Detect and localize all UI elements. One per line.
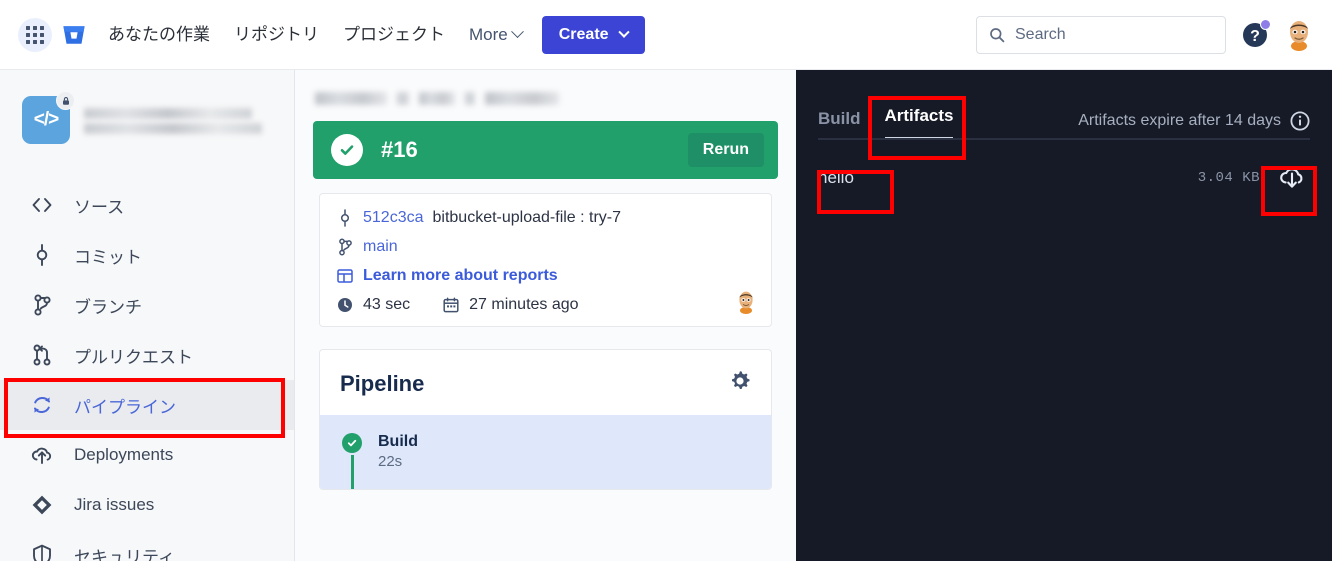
build-output-panel: Build Artifacts Artifacts expire after 1… [796,70,1332,561]
commit-icon [336,209,354,227]
pipeline-title: Pipeline [340,370,425,396]
artifact-download-button[interactable] [1274,160,1310,196]
sidebar-item-label: ソース [74,197,125,217]
chevron-down-icon [510,25,524,39]
sidebar-item-label: パイプライン [74,397,176,417]
sidebar-item-label: プルリクエスト [74,347,193,367]
grid-apps-icon [26,25,44,44]
sidebar-item-pull-requests[interactable]: プルリクエスト [0,330,294,380]
pipeline-card-header: Pipeline [320,350,771,415]
build-duration: 43 sec [363,296,411,313]
nav-your-work[interactable]: あなたの作業 [108,26,210,43]
avatar[interactable] [735,290,757,314]
chevron-down-icon [617,26,630,38]
gear-icon[interactable] [727,368,753,399]
branch-icon [30,294,54,316]
repository-header[interactable]: </> [0,70,294,144]
sidebar-item-jira-issues[interactable]: Jira issues [0,480,294,530]
report-table-icon [336,268,354,284]
sidebar-item-pipelines[interactable]: パイプライン [0,380,294,430]
pipeline-step-build[interactable]: Build 22s [320,415,771,489]
clock-icon [336,297,354,313]
sidebar-item-deployments[interactable]: Deployments [0,430,294,480]
sidebar-item-commits[interactable]: コミット [0,230,294,280]
search-icon [990,27,1005,42]
sidebar-item-label: Jira issues [74,495,155,514]
avatar[interactable] [1284,19,1314,51]
artifact-row: hello 3.04 KB [796,150,1332,206]
sidebar-item-label: ブランチ [74,297,142,317]
commit-hash-link[interactable]: 512c3ca [363,209,424,227]
rerun-button[interactable]: Rerun [687,133,764,167]
sidebar-item-label: コミット [74,247,142,267]
cloud-download-icon [1280,168,1303,188]
help-button[interactable]: ? [1240,18,1271,50]
global-header: あなたの作業 リポジトリ プロジェクト More Create Search ? [0,0,1332,70]
code-brackets-icon [30,196,54,214]
header-right-group: Search ? [976,15,1314,54]
repository-sidebar: </> ソース コミット ブランチ プルリクエスト パイプライン Deploym… [0,70,295,561]
code-brackets-icon: </> [33,109,60,130]
bitbucket-pipelines-page: あなたの作業 リポジトリ プロジェクト More Create Search ?… [0,0,1332,561]
check-circle-icon [342,433,362,453]
sidebar-item-label: セキュリティ [74,547,175,561]
sidebar-item-label: Deployments [74,445,174,464]
artifact-name[interactable]: hello [818,168,854,188]
pipelines-refresh-icon [30,394,54,416]
artifact-size: 3.04 KB [1197,170,1260,186]
deployments-cloud-icon [30,444,54,466]
pipeline-step-duration: 22s [378,452,403,470]
nav-more-label: More [469,24,508,44]
sidebar-item-security[interactable]: セキュリティ [0,530,294,561]
lock-icon [56,91,75,110]
commit-icon [30,244,54,266]
tab-artifacts[interactable]: Artifacts [884,106,954,140]
pipeline-step-text: Build 22s [378,431,418,471]
bitbucket-logo-icon[interactable] [60,20,90,50]
shield-icon [30,544,54,561]
create-button-label: Create [558,25,609,43]
branch-icon [336,238,354,256]
pull-request-icon [30,344,54,366]
app-switcher-icon[interactable] [18,17,52,52]
page-title-redacted [295,70,796,105]
info-circle-icon[interactable] [1290,111,1310,131]
branch-row: main [336,238,755,256]
build-meta-row: 43 sec 27 minutes ago [336,296,755,314]
branch-link[interactable]: main [363,238,398,256]
commit-row: 512c3ca bitbucket-upload-file : try-7 [336,209,755,227]
pipeline-step-connector [351,455,354,489]
pipeline-step-name: Build [378,433,418,450]
sidebar-item-source[interactable]: ソース [0,180,294,230]
nav-projects[interactable]: プロジェクト [343,26,445,43]
pipeline-main-column: #16 Rerun 512c3ca bitbucket-upload-file … [295,70,796,561]
reports-row: Learn more about reports [336,267,755,285]
tab-build[interactable]: Build [818,109,861,140]
pipeline-card: Pipeline Build 22s [319,349,772,490]
artifacts-expire-notice: Artifacts expire after 14 days [1078,111,1310,140]
panel-tabs: Build Artifacts Artifacts expire after 1… [796,70,1332,140]
build-number: #16 [381,137,418,162]
build-details-card: 512c3ca bitbucket-upload-file : try-7 ma… [319,193,772,327]
create-button[interactable]: Create [541,15,645,54]
search-placeholder: Search [1015,25,1066,43]
tabs-divider [818,138,1310,140]
artifacts-expire-text: Artifacts expire after 14 days [1078,112,1281,129]
check-circle-icon [331,134,363,166]
build-date: 27 minutes ago [469,296,579,313]
svg-text:?: ? [1250,28,1260,45]
nav-more-dropdown[interactable]: More [469,24,524,45]
commit-message: bitbucket-upload-file : try-7 [432,209,622,226]
jira-diamond-icon [30,494,54,516]
sidebar-item-branches[interactable]: ブランチ [0,280,294,330]
repository-avatar: </> [22,91,75,144]
repository-name-redacted [84,106,262,134]
build-status-banner: #16 Rerun [313,121,778,179]
search-input[interactable]: Search [976,15,1226,54]
sidebar-nav-list: ソース コミット ブランチ プルリクエスト パイプライン Deployments… [0,180,294,561]
nav-repositories[interactable]: リポジトリ [234,26,319,43]
notification-dot-icon [1260,18,1271,30]
reports-link[interactable]: Learn more about reports [363,267,558,285]
calendar-icon [442,297,460,313]
